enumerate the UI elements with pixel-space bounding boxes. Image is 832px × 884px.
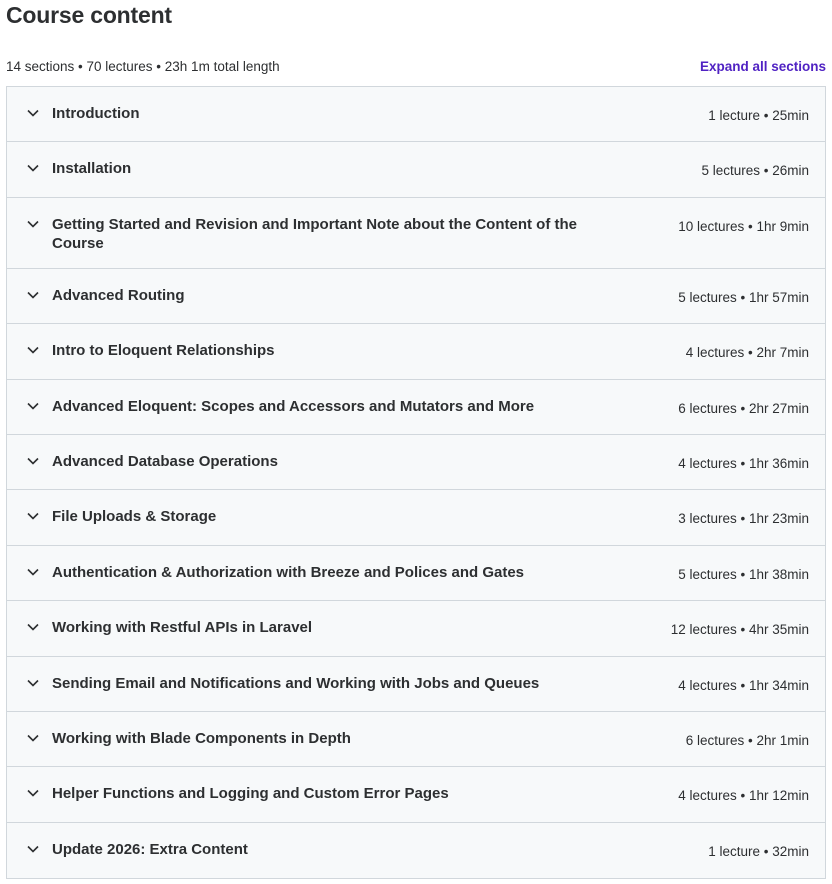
course-summary: 14 sections • 70 lectures • 23h 1m total… — [6, 58, 280, 74]
summary-bar: 14 sections • 70 lectures • 23h 1m total… — [6, 56, 826, 76]
section-title: Sending Email and Notifications and Work… — [52, 674, 540, 692]
section-row[interactable]: Working with Restful APIs in Laravel 12 … — [7, 601, 825, 657]
chevron-down-icon — [25, 784, 41, 802]
section-title: Intro to Eloquent Relationships — [52, 342, 275, 360]
section-meta: 4 lectures • 1hr 34min — [678, 677, 809, 693]
chevron-down-icon — [25, 507, 41, 525]
section-title: Getting Started and Revision and Importa… — [52, 215, 577, 252]
section-title: Advanced Routing — [52, 286, 185, 304]
section-row[interactable]: Installation 5 lectures • 26min — [7, 142, 825, 198]
chevron-down-icon — [25, 215, 41, 233]
section-title: Working with Blade Components in Depth — [52, 729, 351, 747]
section-title: Authentication & Authorization with Bree… — [52, 563, 525, 581]
section-row[interactable]: Advanced Eloquent: Scopes and Accessors … — [7, 379, 825, 435]
section-row[interactable]: File Uploads & Storage 3 lectures • 1hr … — [7, 490, 825, 546]
section-meta: 4 lectures • 1hr 12min — [678, 788, 809, 804]
chevron-down-icon — [25, 840, 41, 858]
chevron-down-icon — [25, 729, 41, 747]
section-row[interactable]: Intro to Eloquent Relationships 4 lectur… — [7, 324, 825, 380]
section-row[interactable]: Advanced Database Operations 4 lectures … — [7, 434, 825, 491]
section-meta: 4 lectures • 1hr 36min — [678, 455, 809, 471]
chevron-down-icon — [25, 563, 41, 581]
section-list: Introduction 1 lecture • 25min Installat… — [6, 86, 826, 880]
section-title: Update 2026: Extra Content — [52, 840, 248, 858]
chevron-down-icon — [25, 397, 41, 415]
section-meta: 3 lectures • 1hr 23min — [678, 511, 809, 527]
section-meta: 1 lecture • 32min — [708, 843, 809, 859]
section-meta: 10 lectures • 1hr 9min — [678, 218, 809, 234]
section-title: File Uploads & Storage — [52, 508, 217, 526]
section-row[interactable]: Working with Blade Components in Depth 6… — [7, 711, 825, 768]
chevron-down-icon — [25, 452, 41, 470]
section-title: Helper Functions and Logging and Custom … — [52, 785, 449, 803]
section-meta: 1 lecture • 25min — [708, 108, 809, 123]
section-title: Installation — [52, 160, 132, 178]
section-row[interactable]: Introduction 1 lecture • 25min — [7, 87, 825, 143]
section-meta: 6 lectures • 2hr 27min — [678, 400, 809, 416]
section-row[interactable]: Authentication & Authorization with Bree… — [7, 545, 825, 602]
section-meta: 6 lectures • 2hr 1min — [685, 732, 809, 748]
section-title: Working with Restful APIs in Laravel — [52, 619, 313, 637]
chevron-down-icon — [25, 159, 41, 177]
section-row[interactable]: Sending Email and Notifications and Work… — [7, 656, 825, 712]
section-meta: 4 lectures • 2hr 7min — [685, 345, 809, 361]
section-title: Advanced Database Operations — [52, 452, 278, 470]
section-meta: 5 lectures • 1hr 57min — [678, 289, 809, 305]
chevron-down-icon — [25, 618, 41, 636]
chevron-down-icon — [25, 104, 41, 122]
course-content-page: Course content 14 sections • 70 lectures… — [0, 0, 832, 884]
section-meta: 5 lectures • 26min — [701, 163, 809, 179]
section-row[interactable]: Getting Started and Revision and Importa… — [7, 197, 825, 269]
expand-all-sections-button[interactable]: Expand all sections — [700, 59, 826, 74]
section-row[interactable]: Helper Functions and Logging and Custom … — [7, 767, 825, 823]
section-row[interactable]: Advanced Routing 5 lectures • 1hr 57min — [7, 268, 825, 325]
chevron-down-icon — [25, 341, 41, 359]
section-meta: 5 lectures • 1hr 38min — [678, 566, 809, 582]
section-row[interactable]: Update 2026: Extra Content 1 lecture • 3… — [7, 822, 825, 879]
section-title: Advanced Eloquent: Scopes and Accessors … — [52, 397, 535, 415]
section-title: Introduction — [52, 105, 140, 122]
page-title: Course content — [6, 2, 172, 28]
section-meta: 12 lectures • 4hr 35min — [670, 622, 809, 638]
chevron-down-icon — [25, 674, 41, 692]
chevron-down-icon — [25, 286, 41, 304]
